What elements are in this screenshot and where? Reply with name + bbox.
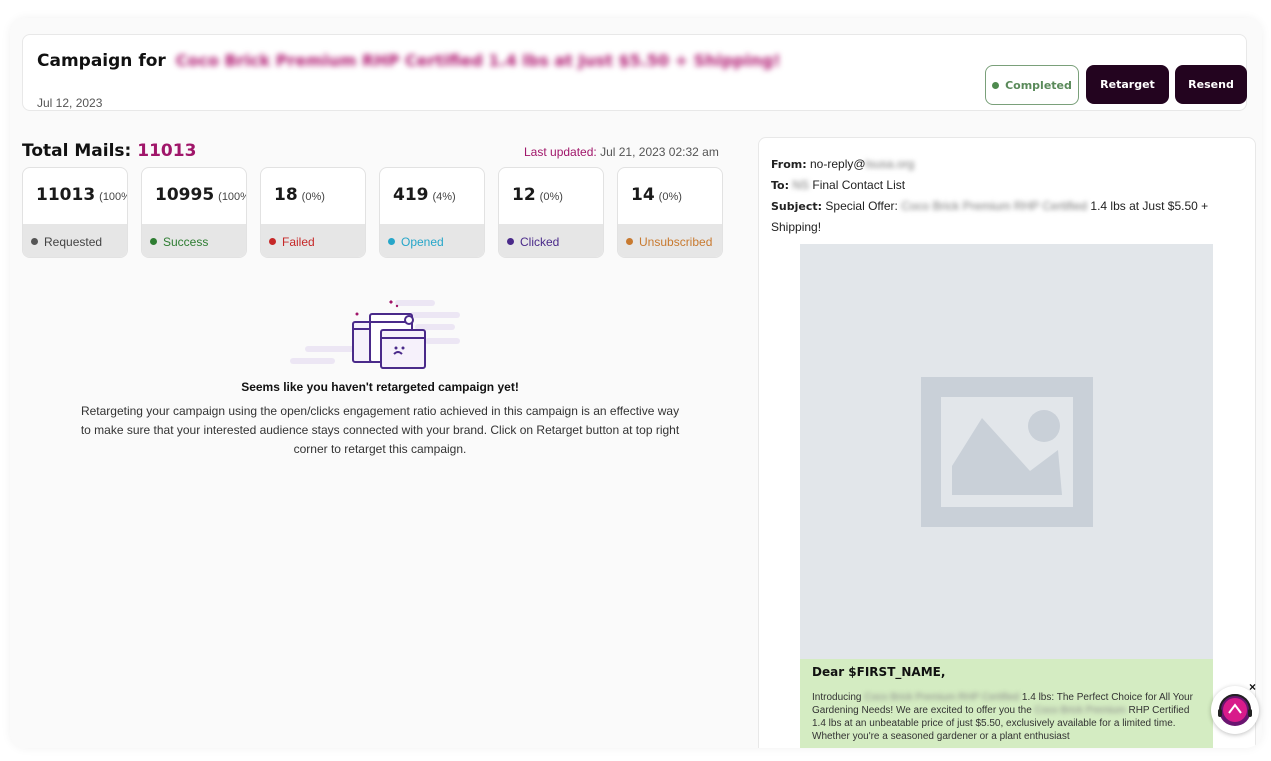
stat-card-clicked[interactable]: 12 (0%) Clicked — [498, 167, 604, 258]
email-hero-image — [800, 244, 1213, 659]
stats-row: 11013(100%) Requested 10995(100%) Succes… — [22, 167, 723, 258]
stat-percent: (0%) — [301, 191, 325, 203]
subject-label: Subject: — [771, 200, 823, 213]
stat-card-opened[interactable]: 419 (4%) Opened — [379, 167, 485, 258]
email-to: To: NS Final Contact List — [771, 175, 1241, 196]
from-value: no-reply@ — [810, 157, 866, 171]
campaign-name: Coco Brick Premium RHP Certified 1.4 lbs… — [175, 51, 781, 70]
resend-button[interactable]: Resend — [1175, 65, 1247, 104]
body-product: Coco Brick Premium RHP Certified — [864, 692, 1020, 703]
stat-card-failed[interactable]: 18 (0%) Failed — [260, 167, 366, 258]
stat-label: Opened — [401, 234, 444, 249]
subject-product: Coco Brick Premium RHP Certified — [901, 199, 1088, 213]
from-label: From: — [771, 158, 807, 171]
subject-prefix: Special Offer: — [825, 199, 898, 213]
body-product-2: Coco Brick Premium — [1034, 705, 1126, 716]
stat-percent: (100%) — [99, 191, 127, 203]
empty-state-title: Seems like you haven't retargeted campai… — [241, 380, 519, 394]
campaign-date: Jul 12, 2023 — [37, 96, 103, 110]
stat-label: Unsubscribed — [639, 234, 713, 249]
page-title: Campaign for Coco Brick Premium RHP Cert… — [37, 51, 781, 71]
success-dot-icon — [150, 238, 157, 245]
stat-card-unsubscribed[interactable]: 14 (0%) Unsubscribed — [617, 167, 723, 258]
email-greeting: Dear $FIRST_NAME, — [812, 665, 946, 679]
to-prefix: NS — [792, 178, 810, 192]
stat-value: 12 — [512, 185, 536, 205]
last-updated-value: Jul 21, 2023 02:32 am — [600, 145, 719, 159]
image-placeholder-icon — [921, 377, 1093, 527]
total-mails: Total Mails: 11013 — [22, 141, 196, 161]
stat-percent: (100%) — [218, 191, 246, 203]
empty-state-description: Retargeting your campaign using the open… — [80, 404, 680, 456]
stat-card-success[interactable]: 10995(100%) Success — [141, 167, 247, 258]
title-prefix: Campaign for — [37, 51, 166, 71]
stat-value: 18 — [274, 185, 298, 205]
stat-percent: (4%) — [432, 191, 456, 203]
body-intro: Introducing — [812, 692, 862, 703]
stat-card-requested[interactable]: 11013(100%) Requested — [22, 167, 128, 258]
stat-percent: (0%) — [539, 191, 563, 203]
from-domain: lsusa.org — [865, 157, 915, 171]
status-dot-icon — [992, 81, 1000, 89]
to-label: To: — [771, 179, 789, 192]
stat-label: Clicked — [520, 234, 560, 249]
stat-percent: (0%) — [658, 191, 682, 203]
clicked-dot-icon — [507, 238, 514, 245]
requested-dot-icon — [31, 238, 38, 245]
stat-label: Requested — [44, 234, 103, 249]
status-label: Completed — [1005, 78, 1072, 92]
failed-dot-icon — [269, 238, 276, 245]
opened-dot-icon — [388, 238, 395, 245]
total-mails-label: Total Mails: — [22, 141, 132, 161]
stat-value: 10995 — [155, 185, 215, 205]
email-from: From: no-reply@lsusa.org — [771, 154, 1241, 175]
stat-value: 11013 — [36, 185, 96, 205]
stat-value: 419 — [393, 185, 429, 205]
email-preview: From: no-reply@lsusa.org To: NS Final Co… — [758, 137, 1256, 748]
stat-label: Success — [163, 234, 209, 249]
last-updated-label: Last updated: — [524, 145, 597, 159]
stat-label: Failed — [282, 234, 315, 249]
page-frame: Campaign for Coco Brick Premium RHP Cert… — [10, 18, 1262, 748]
email-meta: From: no-reply@lsusa.org To: NS Final Co… — [771, 154, 1241, 237]
to-value: Final Contact List — [812, 178, 906, 192]
close-icon[interactable]: × — [1249, 680, 1256, 694]
unsubscribed-dot-icon — [626, 238, 633, 245]
email-body: Dear $FIRST_NAME, Introducing Coco Brick… — [800, 659, 1213, 748]
last-updated: Last updated: Jul 21, 2023 02:32 am — [524, 145, 719, 159]
empty-browser-illustration-icon — [290, 300, 460, 369]
email-subject: Subject: Special Offer: Coco Brick Premi… — [771, 196, 1241, 237]
status-badge: Completed — [985, 65, 1079, 105]
retarget-button[interactable]: Retarget — [1086, 65, 1169, 104]
email-body-text: Introducing Coco Brick Premium RHP Certi… — [812, 691, 1201, 743]
stat-value: 14 — [631, 185, 655, 205]
campaign-header: Campaign for Coco Brick Premium RHP Cert… — [22, 34, 1247, 111]
total-mails-value: 11013 — [137, 141, 197, 161]
